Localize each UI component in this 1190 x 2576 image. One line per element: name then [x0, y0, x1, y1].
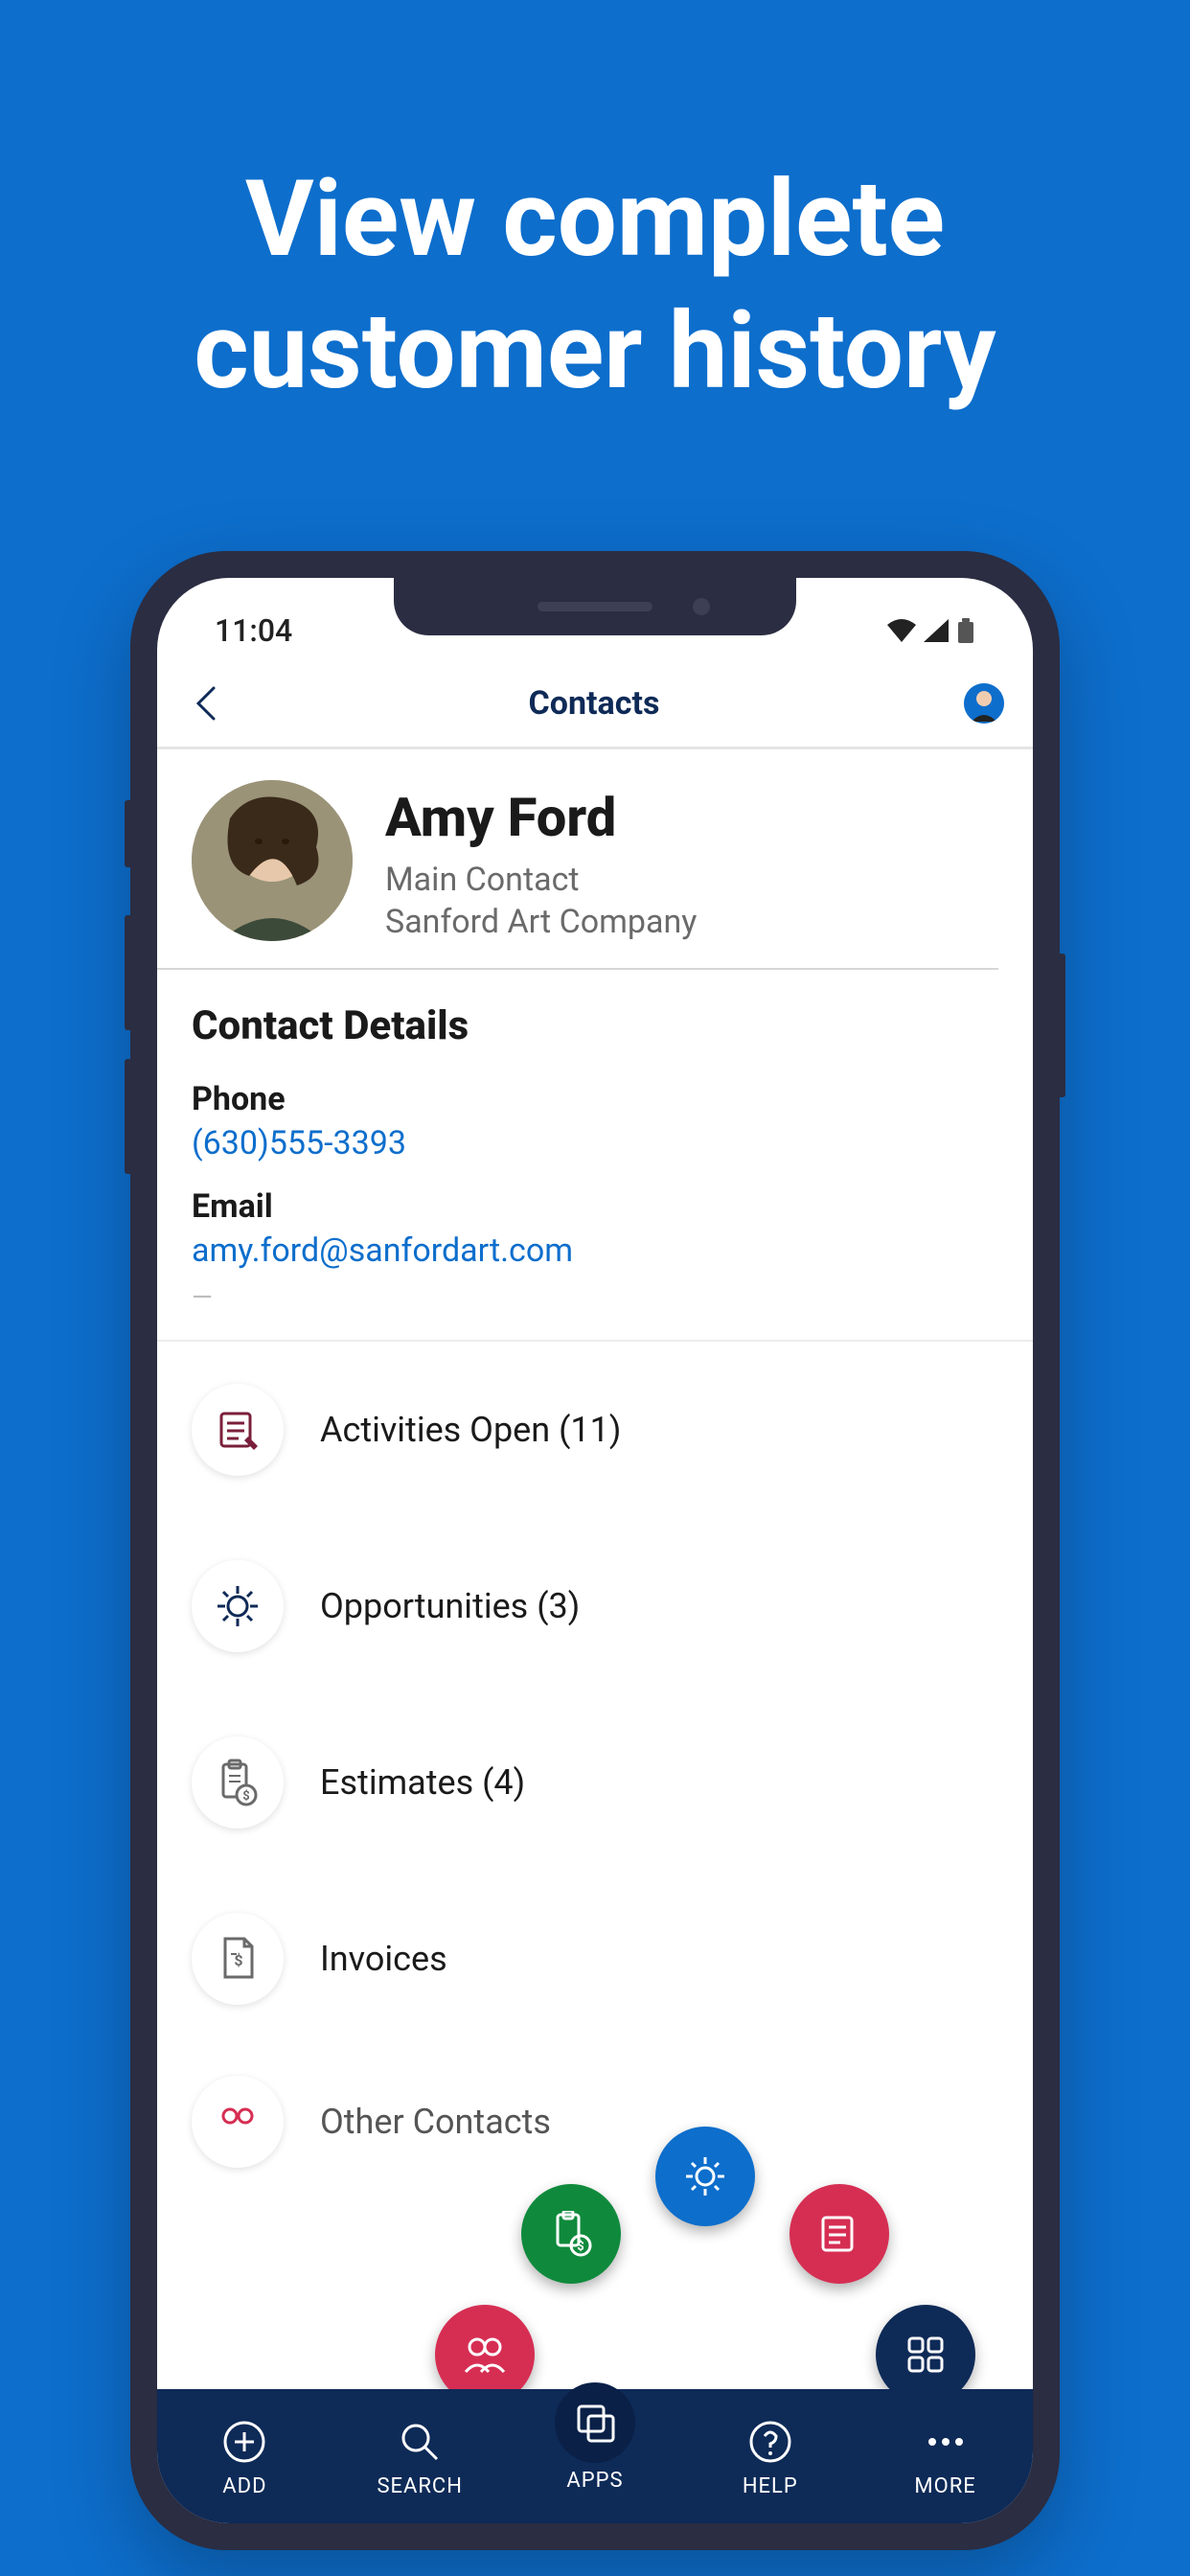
nav-apps[interactable]: APPS: [508, 2389, 683, 2523]
row-label: Invoices: [320, 1939, 447, 1979]
search-icon: [397, 2419, 443, 2465]
contact-role: Main Contact: [385, 861, 697, 899]
svg-text:$: $: [242, 1789, 249, 1804]
people-icon: [462, 2335, 508, 2374]
row-activities[interactable]: Activities Open (11): [157, 1342, 1033, 1518]
bottom-nav: ADD SEARCH APPS HELP MORE: [157, 2389, 1033, 2523]
email-link[interactable]: amy.ford@sanfordart.com: [157, 1231, 1033, 1270]
divider-dash: —: [157, 1270, 1033, 1313]
nav-search[interactable]: SEARCH: [332, 2389, 508, 2523]
help-icon: [747, 2419, 793, 2465]
nav-label: SEARCH: [377, 2474, 463, 2498]
phone-side-button: [125, 800, 130, 867]
row-label: Opportunities (3): [320, 1586, 580, 1626]
fab-activities[interactable]: [790, 2184, 889, 2284]
row-estimates[interactable]: $ Estimates (4): [157, 1694, 1033, 1871]
nav-label: ADD: [222, 2474, 266, 2498]
nav-more[interactable]: MORE: [858, 2389, 1033, 2523]
cellular-icon: [924, 619, 949, 642]
phone-frame: 11:04 Contacts: [130, 551, 1060, 2550]
phone-label: Phone: [157, 1055, 1033, 1124]
row-label: Activities Open (11): [320, 1410, 621, 1450]
speaker: [538, 602, 652, 611]
row-opportunities[interactable]: Opportunities (3): [157, 1518, 1033, 1694]
svg-text:$: $: [577, 2240, 584, 2254]
phone-power-button: [1060, 954, 1065, 1097]
row-label: Other Contacts: [320, 2102, 551, 2142]
contact-hero: Amy Ford Main Contact Sanford Art Compan…: [157, 749, 998, 970]
invoices-icon: $: [192, 1913, 284, 2005]
nav-add[interactable]: ADD: [157, 2389, 332, 2523]
wifi-icon: [887, 619, 916, 642]
back-button[interactable]: [186, 684, 224, 723]
estimates-icon: $: [192, 1736, 284, 1828]
email-label: Email: [157, 1162, 1033, 1231]
profile-avatar-button[interactable]: [964, 683, 1004, 724]
other-contacts-icon: [192, 2076, 284, 2168]
chevron-left-icon: [195, 686, 216, 721]
status-icons: [887, 618, 975, 643]
estimate-icon: $: [550, 2211, 592, 2257]
person-icon: [192, 780, 353, 941]
list-icon: [819, 2214, 859, 2254]
app-header: Contacts: [157, 664, 1033, 749]
battery-icon: [956, 618, 975, 643]
page-title: Contacts: [529, 684, 660, 723]
phone-side-button: [125, 915, 130, 1030]
row-label: Estimates (4): [320, 1762, 525, 1803]
nav-label: APPS: [566, 2469, 623, 2493]
hero-line2: customer history: [0, 286, 1190, 418]
hero-title: View complete customer history: [0, 0, 1190, 417]
phone-side-button: [125, 1059, 130, 1174]
phone-link[interactable]: (630)555-3393: [157, 1124, 1033, 1162]
hero-line1: View complete: [0, 153, 1190, 286]
activities-icon: [192, 1384, 284, 1476]
apps-icon: [571, 2399, 619, 2447]
nav-label: MORE: [914, 2474, 975, 2498]
contact-company: Sanford Art Company: [385, 903, 697, 941]
row-invoices[interactable]: $ Invoices: [157, 1871, 1033, 2047]
contact-name: Amy Ford: [385, 786, 697, 849]
status-time: 11:04: [215, 612, 292, 649]
phone-screen: 11:04 Contacts: [157, 578, 1033, 2523]
front-camera: [693, 598, 710, 615]
fab-opportunities[interactable]: [655, 2127, 755, 2226]
contact-photo[interactable]: [192, 780, 353, 941]
avatar-icon: [964, 683, 1004, 724]
row-other-contacts[interactable]: Other Contacts: [157, 2047, 1033, 2177]
grid-icon: [905, 2334, 946, 2375]
more-icon: [923, 2432, 969, 2451]
fab-estimates[interactable]: $: [521, 2184, 621, 2284]
nav-label: HELP: [743, 2474, 798, 2498]
nav-help[interactable]: HELP: [682, 2389, 858, 2523]
phone-notch: [394, 578, 796, 635]
contact-details-heading: Contact Details: [157, 970, 1033, 1055]
opportunities-icon: [192, 1560, 284, 1652]
plus-circle-icon: [221, 2419, 267, 2465]
contact-info: Amy Ford Main Contact Sanford Art Compan…: [385, 780, 697, 941]
lightbulb-icon: [683, 2154, 727, 2198]
